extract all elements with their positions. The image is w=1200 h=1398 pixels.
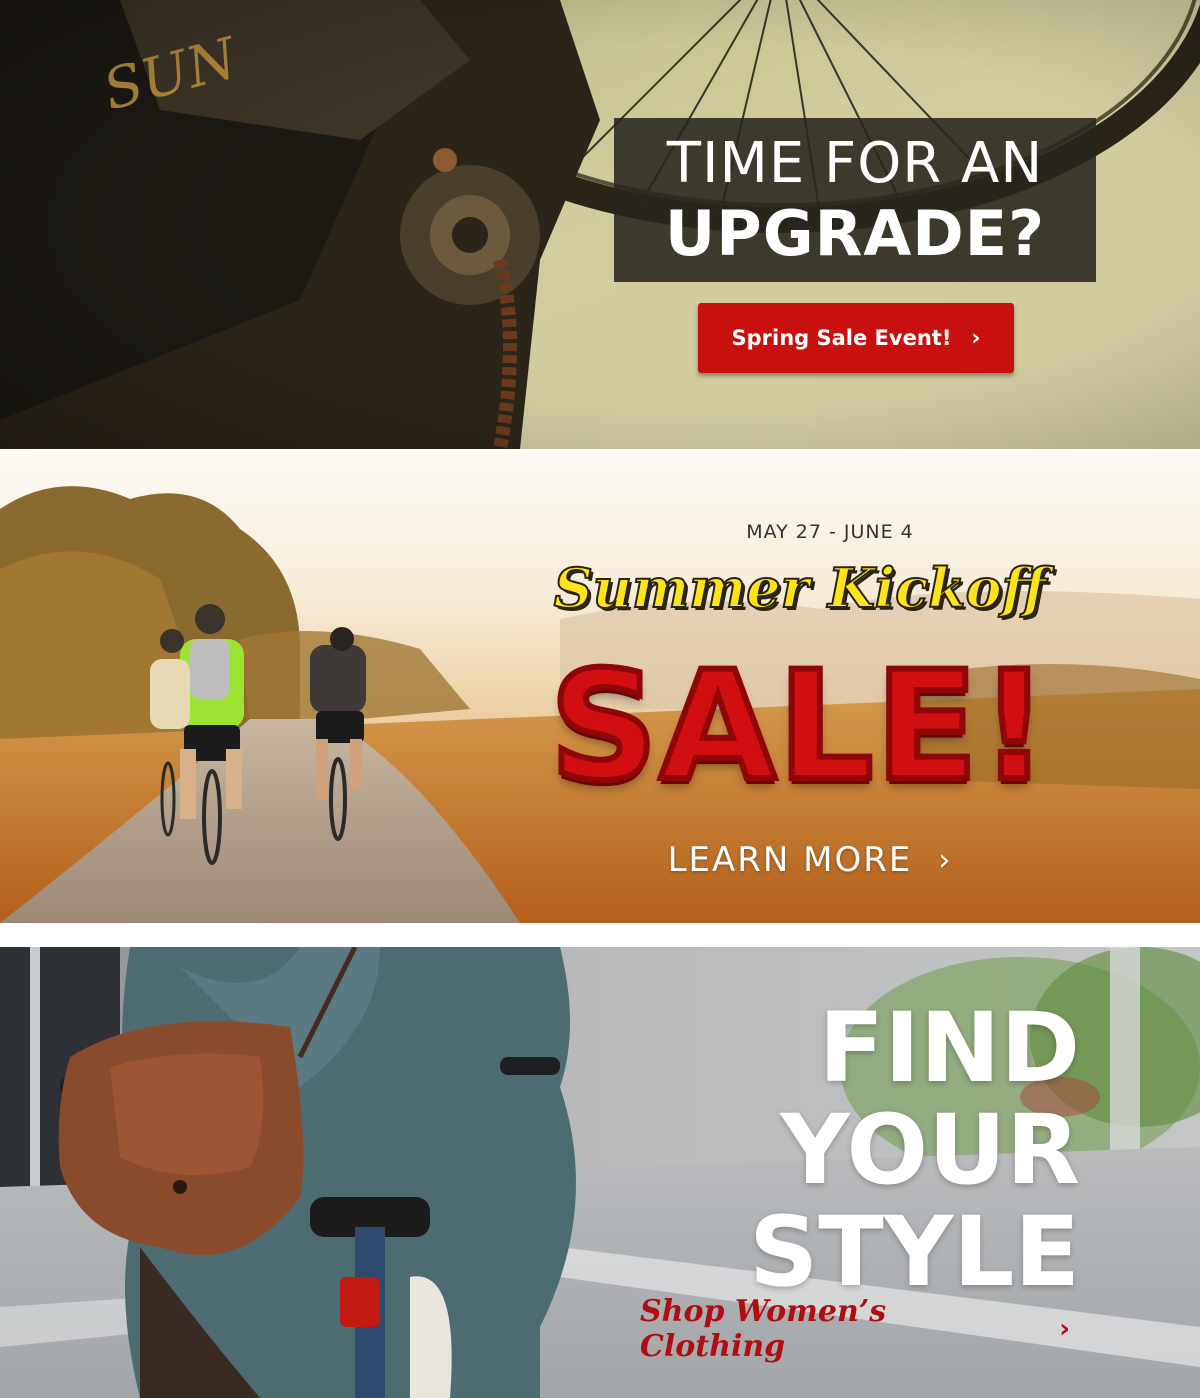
chevron-right-icon: › bbox=[1059, 1314, 1070, 1344]
style-headline-line-3: STYLE bbox=[749, 1196, 1080, 1308]
shop-womens-clothing-label: Shop Women’s Clothing bbox=[640, 1294, 887, 1364]
banner-find-your-style[interactable]: FIND YOUR STYLE Shop Women’s Clothing › bbox=[0, 947, 1200, 1398]
learn-more-link[interactable]: LEARN MORE › bbox=[600, 837, 1020, 883]
headline-line-1: TIME FOR AN bbox=[666, 131, 1044, 196]
sale-headline: SALE! bbox=[547, 637, 1052, 817]
sale-date-range: MAY 27 - JUNE 4 bbox=[746, 521, 914, 543]
learn-more-label: LEARN MORE bbox=[667, 840, 913, 880]
shop-womens-clothing-link[interactable]: Shop Women’s Clothing › bbox=[640, 1294, 1070, 1364]
chevron-right-icon: › bbox=[971, 325, 981, 351]
sale-subtitle: Summer Kickoff bbox=[553, 555, 1048, 621]
style-headline-line-1: FIND bbox=[818, 992, 1080, 1104]
banner-spring-sale[interactable]: SUN TIME FOR AN UPGRADE? Spring Sale Eve… bbox=[0, 0, 1200, 449]
spring-sale-button[interactable]: Spring Sale Event! › bbox=[698, 303, 1014, 373]
style-headline: FIND YOUR STYLE bbox=[640, 997, 1080, 1303]
banner-divider bbox=[0, 923, 1200, 947]
headline-line-2: UPGRADE? bbox=[664, 197, 1046, 270]
banner-summer-kickoff[interactable]: MAY 27 - JUNE 4 Summer Kickoff SALE! LEA… bbox=[0, 449, 1200, 923]
headline-box: TIME FOR AN UPGRADE? bbox=[614, 118, 1096, 282]
chevron-right-icon: › bbox=[938, 842, 953, 878]
spring-sale-button-label: Spring Sale Event! bbox=[731, 326, 952, 350]
style-headline-line-2: YOUR bbox=[780, 1094, 1080, 1206]
